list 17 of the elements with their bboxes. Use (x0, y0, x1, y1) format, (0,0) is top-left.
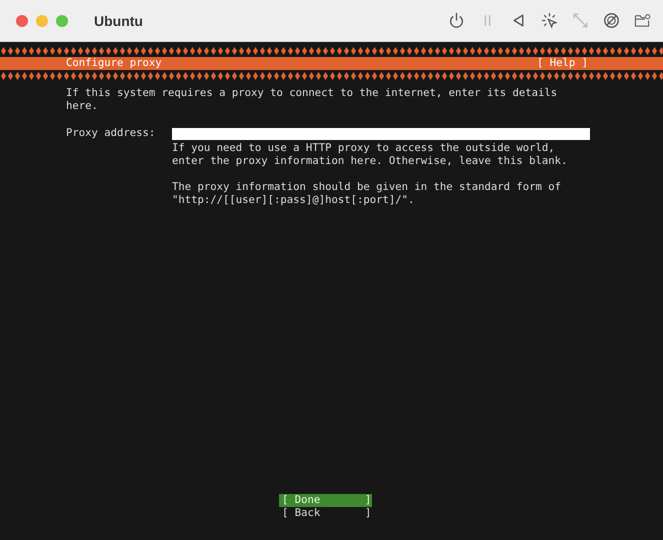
screen-title: Configure proxy (66, 57, 162, 70)
done-button[interactable]: [ Done ] (279, 494, 372, 507)
window-title: Ubuntu (94, 12, 143, 28)
power-icon[interactable] (448, 12, 465, 29)
disc-icon[interactable] (603, 12, 620, 29)
help-text: If you need to use a HTTP proxy to access the outside world, enter the proxy information here. Otherwise, leave this blank. (172, 142, 568, 168)
folder-icon[interactable] (634, 12, 651, 29)
pointer-icon[interactable] (541, 12, 558, 29)
minimize-button[interactable] (36, 14, 48, 26)
close-button[interactable] (16, 14, 28, 26)
help-text: The proxy information should be given in the standard form of "http://[[user][:pass]@]host[:port]/". (172, 181, 562, 207)
description-text: If this system requires a proxy to connect to the internet, enter its details here. (66, 87, 558, 113)
field-label: Proxy address: (66, 127, 156, 141)
help-link[interactable]: [ Help ] (536, 57, 588, 70)
zoom-button[interactable] (56, 14, 68, 26)
proxy-address-field[interactable] (172, 128, 590, 140)
back-button[interactable]: [ Back ] (279, 507, 372, 520)
